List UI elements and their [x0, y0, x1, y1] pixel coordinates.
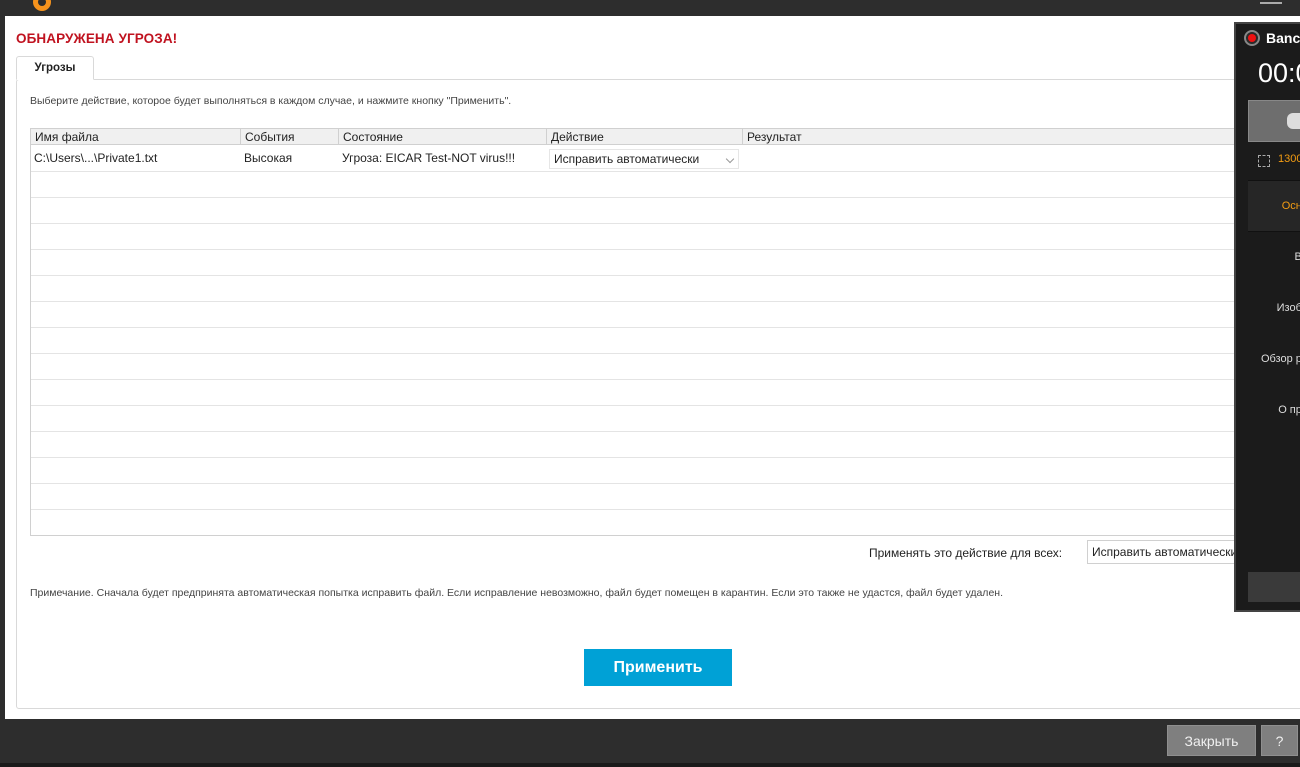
- gamepad-icon: [1287, 113, 1300, 129]
- note-text: Примечание. Сначала будет предпринята ав…: [30, 587, 1003, 599]
- cell-status: Угроза: EICAR Test-NOT virus!!!: [342, 151, 516, 165]
- cell-event: Высокая: [244, 151, 293, 165]
- bandicam-menu-image[interactable]: Изобр: [1248, 302, 1300, 314]
- bandicam-menu-review[interactable]: Обзор ре: [1248, 353, 1300, 365]
- record-icon[interactable]: [1244, 30, 1260, 46]
- screen-region-icon: [1258, 155, 1270, 167]
- help-button[interactable]: ?: [1261, 725, 1298, 756]
- apply-all-label: Применять это действие для всех:: [869, 546, 1063, 560]
- empty-row: [31, 458, 1259, 484]
- action-dropdown[interactable]: Исправить автоматически: [549, 149, 739, 169]
- minimize-button[interactable]: [1260, 0, 1282, 4]
- apply-button[interactable]: Применить: [584, 649, 732, 686]
- table-row[interactable]: C:\Users\...\Private1.txt Высокая Угроза…: [31, 146, 1259, 172]
- empty-row: [31, 406, 1259, 432]
- bandicam-menu-about[interactable]: О про: [1248, 404, 1300, 416]
- bandicam-bottom-bar: [1248, 572, 1300, 602]
- empty-row: [31, 250, 1259, 276]
- bandicam-overlay: Banc 00:0 1300 Осно Ви Изобр Обзор ре О …: [1234, 22, 1300, 612]
- empty-row: [31, 224, 1259, 250]
- empty-row: [31, 276, 1259, 302]
- empty-row: [31, 484, 1259, 510]
- column-header-events[interactable]: События: [241, 129, 339, 145]
- game-mode-button[interactable]: [1248, 100, 1300, 142]
- empty-row: [31, 172, 1259, 198]
- threat-title: ОБНАРУЖЕНА УГРОЗА!: [16, 31, 178, 46]
- empty-row: [31, 380, 1259, 406]
- empty-row: [31, 432, 1259, 458]
- bottom-strip: [0, 763, 1300, 767]
- empty-row: [31, 302, 1259, 328]
- avast-logo-icon: [33, 0, 51, 11]
- column-header-result[interactable]: Результат: [743, 129, 1259, 145]
- instruction-text: Выберите действие, которое будет выполня…: [30, 95, 512, 107]
- bandicam-title: Banc: [1266, 30, 1300, 46]
- cell-result: [743, 146, 1259, 171]
- bandicam-menu-general[interactable]: Осно: [1248, 200, 1300, 212]
- cell-filename: C:\Users\...\Private1.txt: [34, 151, 158, 165]
- apply-all-dropdown[interactable]: Исправить автоматически: [1087, 540, 1247, 564]
- title-bar: [0, 0, 1300, 16]
- threats-table: Имя файла События Состояние Действие Рез…: [30, 128, 1260, 536]
- column-header-action[interactable]: Действие: [547, 129, 743, 145]
- empty-row: [31, 354, 1259, 380]
- threat-dialog: ОБНАРУЖЕНА УГРОЗА! Угрозы Выберите дейст…: [5, 16, 1300, 719]
- column-header-status[interactable]: Состояние: [339, 129, 547, 145]
- tab-threats[interactable]: Угрозы: [16, 56, 94, 80]
- bandicam-menu-video[interactable]: Ви: [1248, 251, 1300, 263]
- empty-row: [31, 328, 1259, 354]
- bandicam-resolution: 1300: [1278, 153, 1300, 165]
- chevron-down-icon: [725, 154, 735, 164]
- column-header-filename[interactable]: Имя файла: [31, 129, 241, 145]
- empty-row: [31, 198, 1259, 224]
- footer-bar: [0, 719, 1300, 767]
- bandicam-timer: 00:0: [1258, 58, 1300, 88]
- close-button[interactable]: Закрыть: [1167, 725, 1256, 756]
- table-header: Имя файла События Состояние Действие Рез…: [31, 129, 1259, 145]
- action-dropdown-value: Исправить автоматически: [554, 152, 700, 166]
